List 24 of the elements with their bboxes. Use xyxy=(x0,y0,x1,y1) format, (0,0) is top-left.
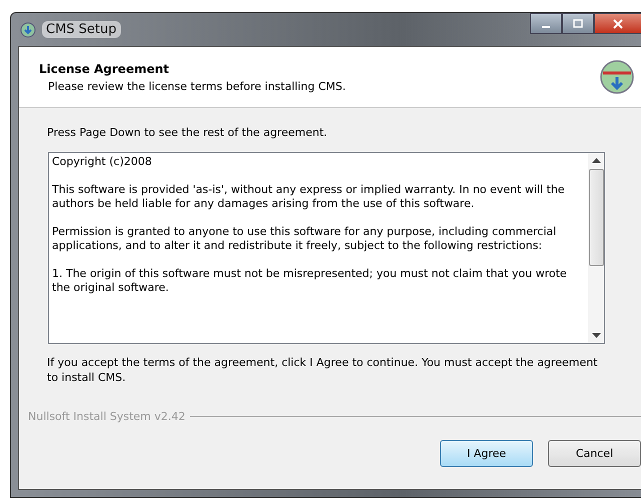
scroll-down-icon[interactable] xyxy=(592,333,600,338)
close-icon xyxy=(612,18,624,28)
agree-button[interactable]: I Agree xyxy=(440,440,533,467)
scroll-up-icon[interactable] xyxy=(592,158,600,163)
instruction-text: Press Page Down to see the rest of the agreement. xyxy=(47,126,328,139)
minimize-button[interactable] xyxy=(530,13,562,34)
license-paragraph: This software is provided 'as-is', without any express or implied warranty. In no event will the authors be held liable for any damages arising from the use of this software. xyxy=(52,183,566,211)
license-paragraph: Copyright (c)2008 xyxy=(52,155,153,169)
branding-text: Nullsoft Install System v2.42 xyxy=(28,410,186,423)
maximize-button[interactable] xyxy=(562,13,594,34)
installer-icon xyxy=(20,22,36,38)
installer-logo-icon xyxy=(599,59,635,95)
close-button[interactable] xyxy=(594,13,641,34)
window-title: CMS Setup xyxy=(42,21,121,38)
scrollbar[interactable] xyxy=(588,153,604,343)
license-paragraph: 1. The origin of this software must not be misrepresented; you must not claim that you wrote the original software. xyxy=(52,267,568,295)
minimize-icon xyxy=(542,26,550,28)
maximize-icon xyxy=(572,18,584,28)
page-subtitle: Please review the license terms before installing CMS. xyxy=(47,80,346,92)
license-paragraph: Permission is granted to anyone to use this software for any purpose, including commercial applications, and to alter it and redistribute it freely, subject to the following restrictions: xyxy=(52,225,558,253)
cancel-button[interactable]: Cancel xyxy=(548,440,641,467)
page-title: License Agreement xyxy=(39,62,170,76)
agreement-notice: If you accept the terms of the agreement, click I Agree to continue. You must accept the agreement to install CMS. xyxy=(47,355,598,385)
license-text-box[interactable] xyxy=(48,152,605,344)
